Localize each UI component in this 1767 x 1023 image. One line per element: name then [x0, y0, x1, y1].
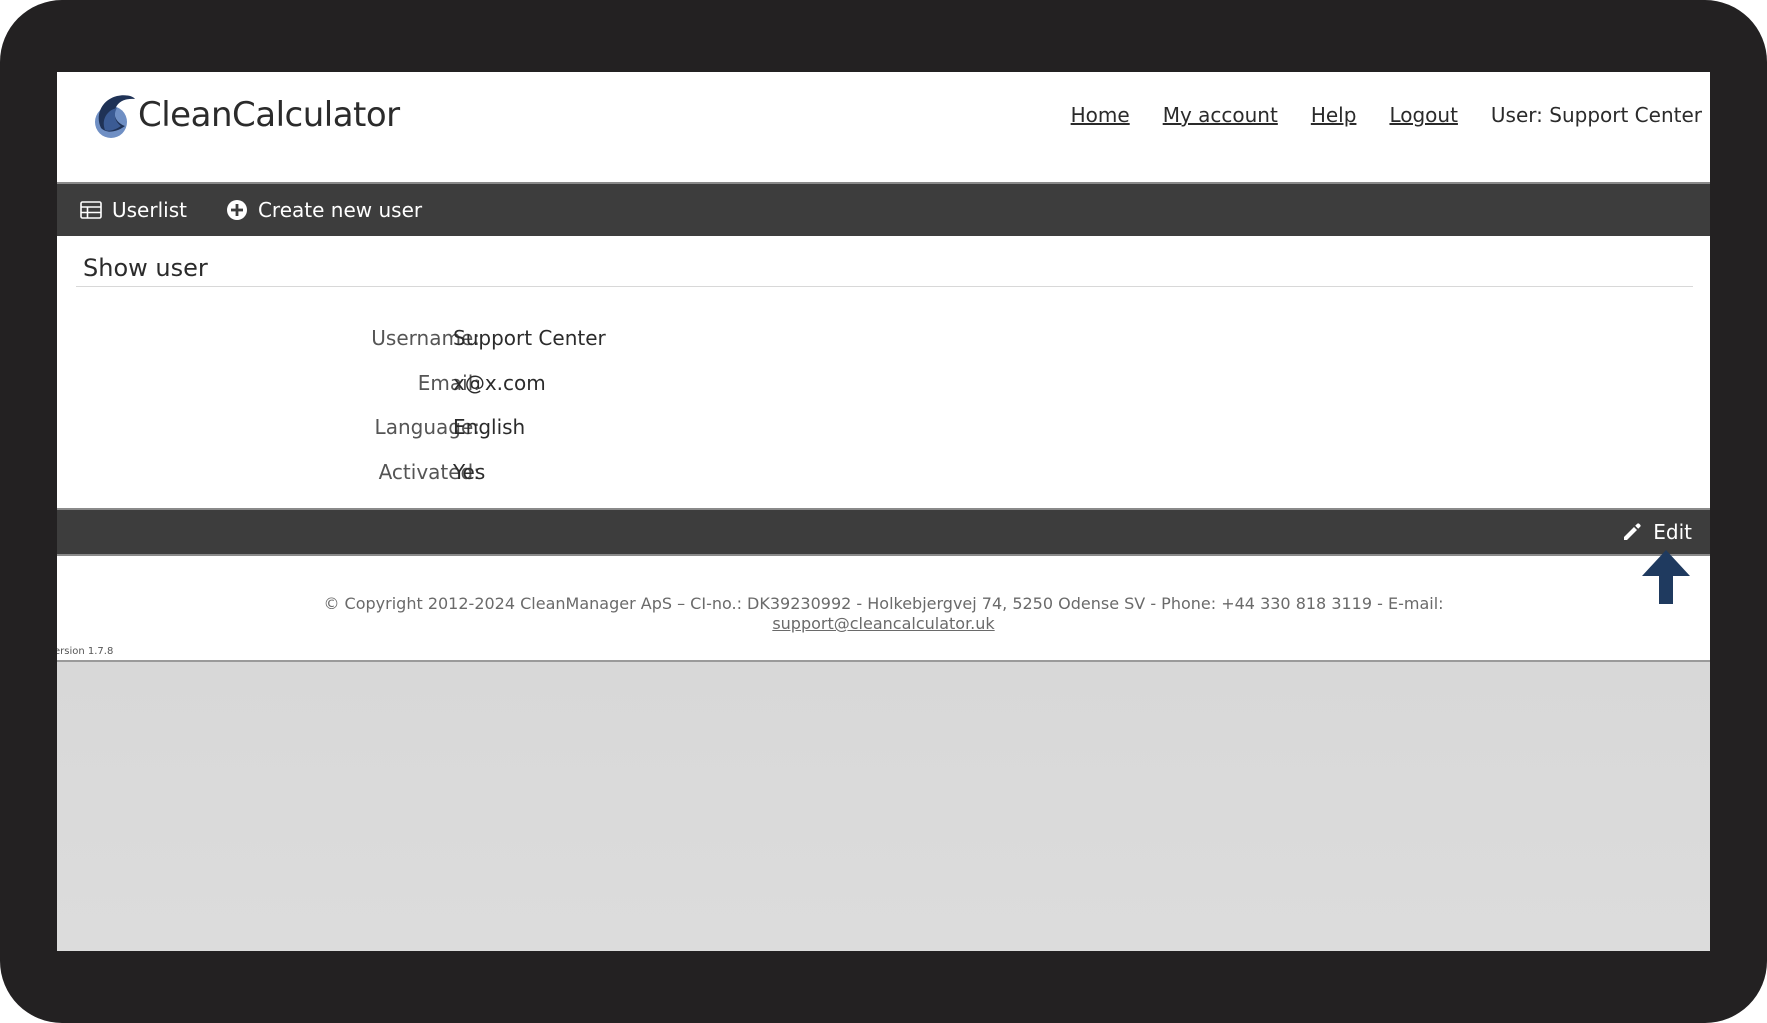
- version-label: ersion 1.7.8: [57, 646, 114, 657]
- plus-circle-icon: [226, 200, 247, 220]
- site-header: CleanCalculator Home My account Help Log…: [57, 72, 1710, 182]
- page-title: Show user: [83, 254, 208, 282]
- browser-viewport: CleanCalculator Home My account Help Log…: [57, 72, 1710, 951]
- nav-logout-link[interactable]: Logout: [1389, 103, 1457, 127]
- current-user-label: User: Support Center: [1490, 103, 1702, 127]
- activated-value: Yes: [453, 459, 486, 484]
- language-value: English: [453, 415, 526, 439]
- user-toolbar: Userlist Create new user: [57, 182, 1710, 236]
- userlist-button[interactable]: Userlist: [80, 198, 187, 222]
- logo[interactable]: CleanCalculator: [91, 90, 400, 140]
- detail-row-email: Email: x@x.com: [57, 361, 1710, 406]
- detail-row-language: Language: English: [57, 405, 1710, 450]
- arrow-up-icon: [1642, 550, 1690, 604]
- nav-help-link[interactable]: Help: [1311, 103, 1357, 127]
- top-navigation: Home My account Help Logout User: Suppor…: [1071, 103, 1702, 127]
- page: CleanCalculator Home My account Help Log…: [57, 72, 1710, 662]
- copyright-text: © Copyright 2012-2024 CleanManager ApS –…: [323, 594, 1444, 613]
- edit-label: Edit: [1653, 520, 1692, 544]
- create-new-user-button[interactable]: Create new user: [226, 198, 422, 222]
- footer-copyright: © Copyright 2012-2024 CleanManager ApS –…: [57, 594, 1710, 634]
- logo-text: CleanCalculator: [138, 95, 400, 135]
- action-bar: Edit: [57, 508, 1710, 556]
- userlist-label: Userlist: [112, 198, 187, 222]
- wave-logo-icon: [95, 95, 135, 138]
- site-footer: © Copyright 2012-2024 CleanManager ApS –…: [57, 556, 1710, 662]
- title-divider: [76, 286, 1693, 287]
- nav-my-account-link[interactable]: My account: [1163, 103, 1278, 127]
- create-new-user-label: Create new user: [257, 198, 423, 222]
- pencil-icon: [1624, 523, 1641, 540]
- user-details-panel: Show user Username: Support Center Email…: [57, 236, 1710, 508]
- username-value: Support Center: [453, 326, 606, 350]
- table-icon: [80, 201, 102, 219]
- email-value: x@x.com: [453, 370, 546, 395]
- device-bezel: CleanCalculator Home My account Help Log…: [0, 0, 1767, 1023]
- edit-button[interactable]: Edit: [1621, 520, 1692, 544]
- nav-home-link[interactable]: Home: [1071, 103, 1130, 127]
- detail-row-username: Username: Support Center: [57, 316, 1710, 361]
- detail-row-activated: Activated: Yes: [57, 450, 1710, 495]
- support-email-link[interactable]: support@cleancalculator.uk: [772, 614, 994, 633]
- details-list: Username: Support Center Email: x@x.com …: [57, 316, 1710, 494]
